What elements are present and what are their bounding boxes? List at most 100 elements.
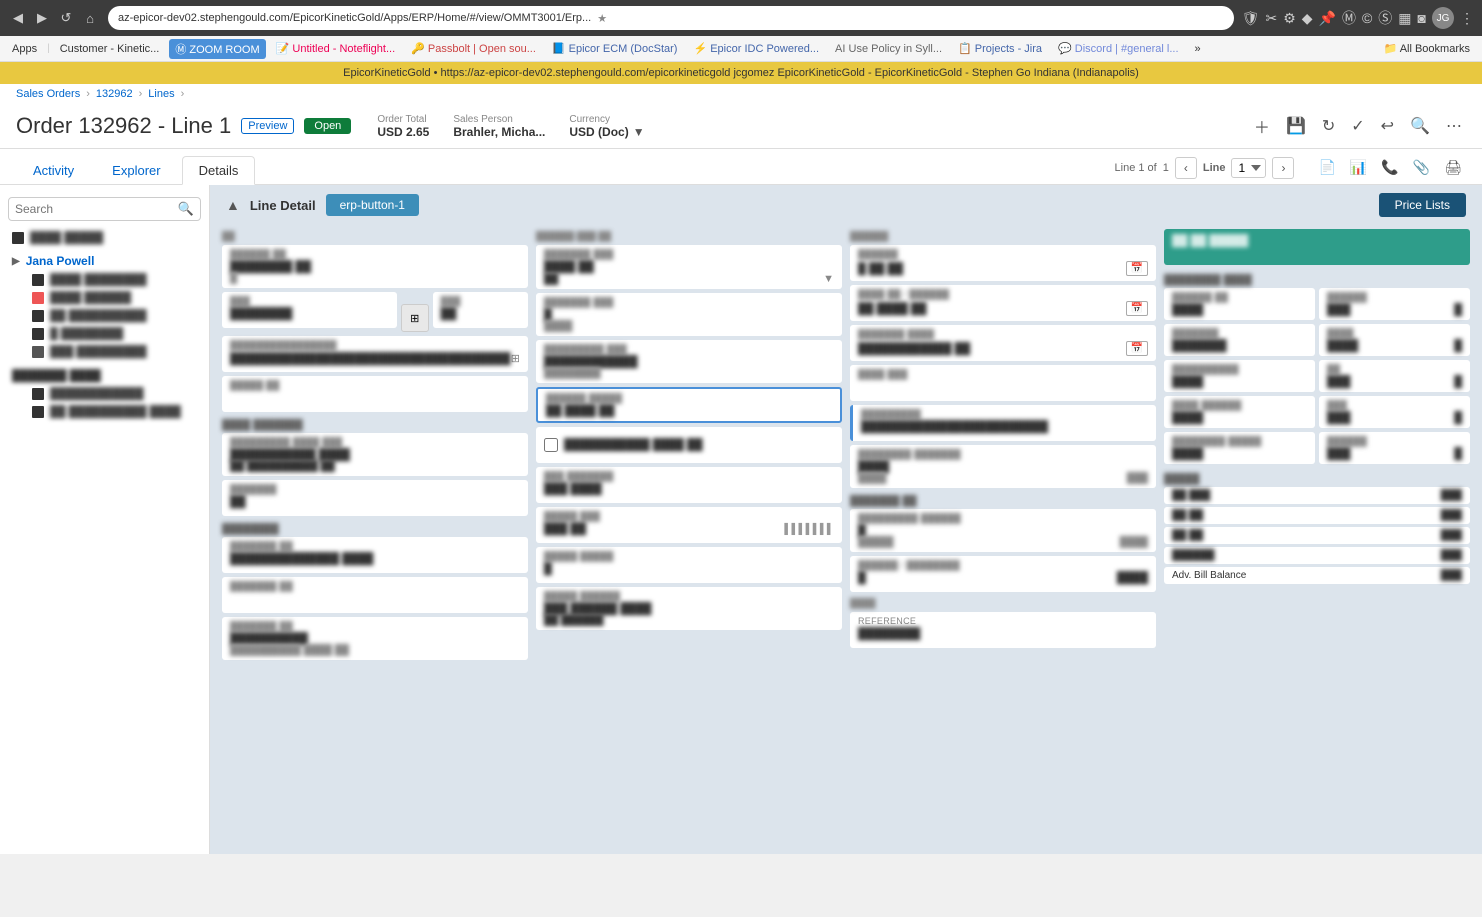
col4-field-4b: ███ ████ xyxy=(1319,396,1470,428)
field-comment1: ███████ ██ ██████████████ ████ xyxy=(222,537,528,573)
field-price-break: █████ █████ █ xyxy=(536,547,842,583)
bookmark-apps[interactable]: Apps xyxy=(6,41,43,57)
sidebar-item-2[interactable]: ████ ████████ xyxy=(20,271,209,289)
breadcrumb-lines[interactable]: Lines xyxy=(148,88,174,100)
prev-line-button[interactable]: ‹ xyxy=(1175,157,1197,179)
bookmark-all[interactable]: 📁 All Bookmarks xyxy=(1378,40,1476,57)
check-button[interactable]: ✓ xyxy=(1347,112,1368,140)
field-purchase-linked: ████████ ███████ ████ ████ ███ xyxy=(850,445,1156,488)
sidebar-icon-7 xyxy=(32,388,44,400)
sidebar-item-1[interactable]: ████ █████ xyxy=(0,229,209,247)
qty-section-label: ███████ ██ xyxy=(850,492,1156,509)
toolbar-chart-icon[interactable]: 📊 xyxy=(1346,155,1371,180)
tab-explorer[interactable]: Explorer xyxy=(95,156,177,184)
field-shipped-qty: ███████ ███ █ ████ xyxy=(536,293,842,336)
url-bar[interactable]: az-epicor-dev02.stephengould.com/EpicorK… xyxy=(108,6,1234,30)
extension-icon-1[interactable]: 🛡 xyxy=(1242,10,1260,27)
breadcrumb-order-num[interactable]: 132962 xyxy=(96,88,133,100)
app-header: Sales Orders › 132962 › Lines › Order 13… xyxy=(0,84,1482,149)
erp-button[interactable]: erp-button-1 xyxy=(326,194,419,216)
currency-dropdown[interactable]: ▼ xyxy=(633,125,645,139)
extension-icon-4[interactable]: ◆ xyxy=(1302,10,1313,27)
sidebar-icon-6 xyxy=(32,346,44,358)
extension-icon-6[interactable]: Ⓜ xyxy=(1342,8,1356,28)
bookmark-zoom[interactable]: Ⓜ ZOOM ROOM xyxy=(169,39,265,59)
status-calendar-btn[interactable]: 📅 xyxy=(1126,261,1148,276)
line-select[interactable]: 1 xyxy=(1231,158,1266,178)
breadcrumb-sales-orders[interactable]: Sales Orders xyxy=(16,88,80,100)
save-button[interactable]: 💾 xyxy=(1282,112,1310,140)
sidebar-item-3[interactable]: ████ ██████ xyxy=(20,289,209,307)
bookmark-more[interactable]: » xyxy=(1189,41,1207,57)
home-button[interactable]: ⌂ xyxy=(80,8,100,28)
bookmark-passbolt[interactable]: 🔑 Passbolt | Open sou... xyxy=(405,40,542,57)
sidebar-item-5[interactable]: █ ████████ xyxy=(20,325,209,343)
sidebar-group-jana[interactable]: ▶ Jana Powell xyxy=(0,251,209,271)
bookmark-discord[interactable]: 💬 Discord | #general l... xyxy=(1052,40,1185,57)
field-note: █████ ██ xyxy=(222,376,528,412)
sidebar-item-8[interactable]: ██ ██████████ ████ xyxy=(20,403,209,421)
next-line-button[interactable]: › xyxy=(1272,157,1294,179)
tab-details[interactable]: Details xyxy=(182,156,256,185)
summary-field-4: ██████ ███ xyxy=(1164,547,1470,564)
toolbar-print-icon[interactable]: 🖨 xyxy=(1440,155,1466,180)
search-header-button[interactable]: 🔍 xyxy=(1406,112,1434,140)
sidebar-item-4[interactable]: ██ ██████████ xyxy=(20,307,209,325)
field-ordered-reserved: ██████ / ████████ █ ████ xyxy=(850,556,1156,592)
forward-button[interactable]: ▶ xyxy=(32,8,52,28)
search-input[interactable] xyxy=(15,202,178,216)
search-box[interactable]: 🔍 xyxy=(8,197,201,221)
sidebar-group-2[interactable]: ███████ ████ xyxy=(0,367,209,385)
col4-field-row-5: ████████ █████ ████ ██████ ████ xyxy=(1164,432,1470,464)
col4-field-1b: ██████ ████ xyxy=(1319,288,1470,320)
field-teal[interactable]: ██ ██ █████ xyxy=(1164,229,1470,265)
bookmark-epicor-ecm[interactable]: 📘 Epicor ECM (DocStar) xyxy=(546,40,684,57)
sidebar-icon-1 xyxy=(12,232,24,244)
extension-icon-8[interactable]: Ⓢ xyxy=(1378,8,1392,28)
bookmark-customer[interactable]: Customer - Kinetic... xyxy=(54,41,166,57)
sidebar-item-6[interactable]: ███ █████████ xyxy=(20,343,209,361)
user-avatar[interactable]: JG xyxy=(1432,7,1454,29)
col4-field-4a: ████ ██████ ████ xyxy=(1164,396,1315,428)
unit-details-label: ████ ███████ xyxy=(222,416,528,433)
bookmark-noteflight[interactable]: 📝 Untitled - Noteflight... xyxy=(270,40,401,57)
extension-icon-3[interactable]: ⚙ xyxy=(1283,10,1296,27)
order-total-field: Order Total USD 2.65 xyxy=(377,114,429,139)
menu-button[interactable]: ⋮ xyxy=(1460,10,1474,27)
extension-icon-7[interactable]: © xyxy=(1362,10,1372,26)
extension-icon-10[interactable]: ◙ xyxy=(1418,10,1426,26)
refresh-record-button[interactable]: ↻ xyxy=(1318,112,1339,140)
bookmark-epicor-idc[interactable]: ⚡ Epicor IDC Powered... xyxy=(687,40,825,57)
bookmark-jira[interactable]: 📋 Projects - Jira xyxy=(952,40,1048,57)
extension-icon-5[interactable]: 📌 xyxy=(1319,10,1336,27)
toolbar-phone-icon[interactable]: 📞 xyxy=(1377,155,1402,180)
needby-calendar-btn[interactable]: 📅 xyxy=(1126,301,1148,316)
extension-icon-2[interactable]: ✂ xyxy=(1265,10,1277,27)
extension-icon-9[interactable]: ▦ xyxy=(1398,10,1411,27)
some-checkbox[interactable] xyxy=(544,438,558,452)
header-main: Order 132962 - Line 1 Preview Open Order… xyxy=(16,104,1466,148)
field-customer-part: █████████ ████ ███ ███████████ ████ ██ █… xyxy=(222,433,528,476)
section-title: Line Detail xyxy=(250,198,316,213)
field-description: ███ ████████ xyxy=(222,292,397,328)
expand-description-button[interactable]: ⊞ xyxy=(401,304,429,332)
promise-calendar-btn[interactable]: 📅 xyxy=(1126,341,1148,356)
price-lists-button[interactable]: Price Lists xyxy=(1379,193,1466,217)
sidebar-item-7[interactable]: ████████████ xyxy=(20,385,209,403)
sidebar-icon-5 xyxy=(32,328,44,340)
back-button[interactable]: ◀ xyxy=(8,8,28,28)
qty-dropdown-icon: ▼ xyxy=(823,273,834,285)
undo-button[interactable]: ↩ xyxy=(1377,112,1398,140)
preview-badge[interactable]: Preview xyxy=(241,118,294,134)
more-options-button[interactable]: ⋯ xyxy=(1442,112,1466,140)
collapse-button[interactable]: ▲ xyxy=(226,197,240,213)
tab-activity[interactable]: Activity xyxy=(16,156,91,184)
add-button[interactable]: ＋ xyxy=(1250,110,1274,142)
col3-section-label: ██████ xyxy=(850,229,1156,245)
bookmark-ai-policy[interactable]: AI Use Policy in Syll... xyxy=(829,41,948,57)
grid-col-2: ██████ ███ ██ ███████ ███ ████ ██ ██ ▼ █… xyxy=(532,225,846,668)
refresh-button[interactable]: ↺ xyxy=(56,8,76,28)
toolbar-doc-icon[interactable]: 📄 xyxy=(1314,155,1339,180)
toolbar-paperclip-icon[interactable]: 📎 xyxy=(1409,155,1434,180)
col4-field-row-4: ████ ██████ ████ ███ ████ xyxy=(1164,396,1470,428)
